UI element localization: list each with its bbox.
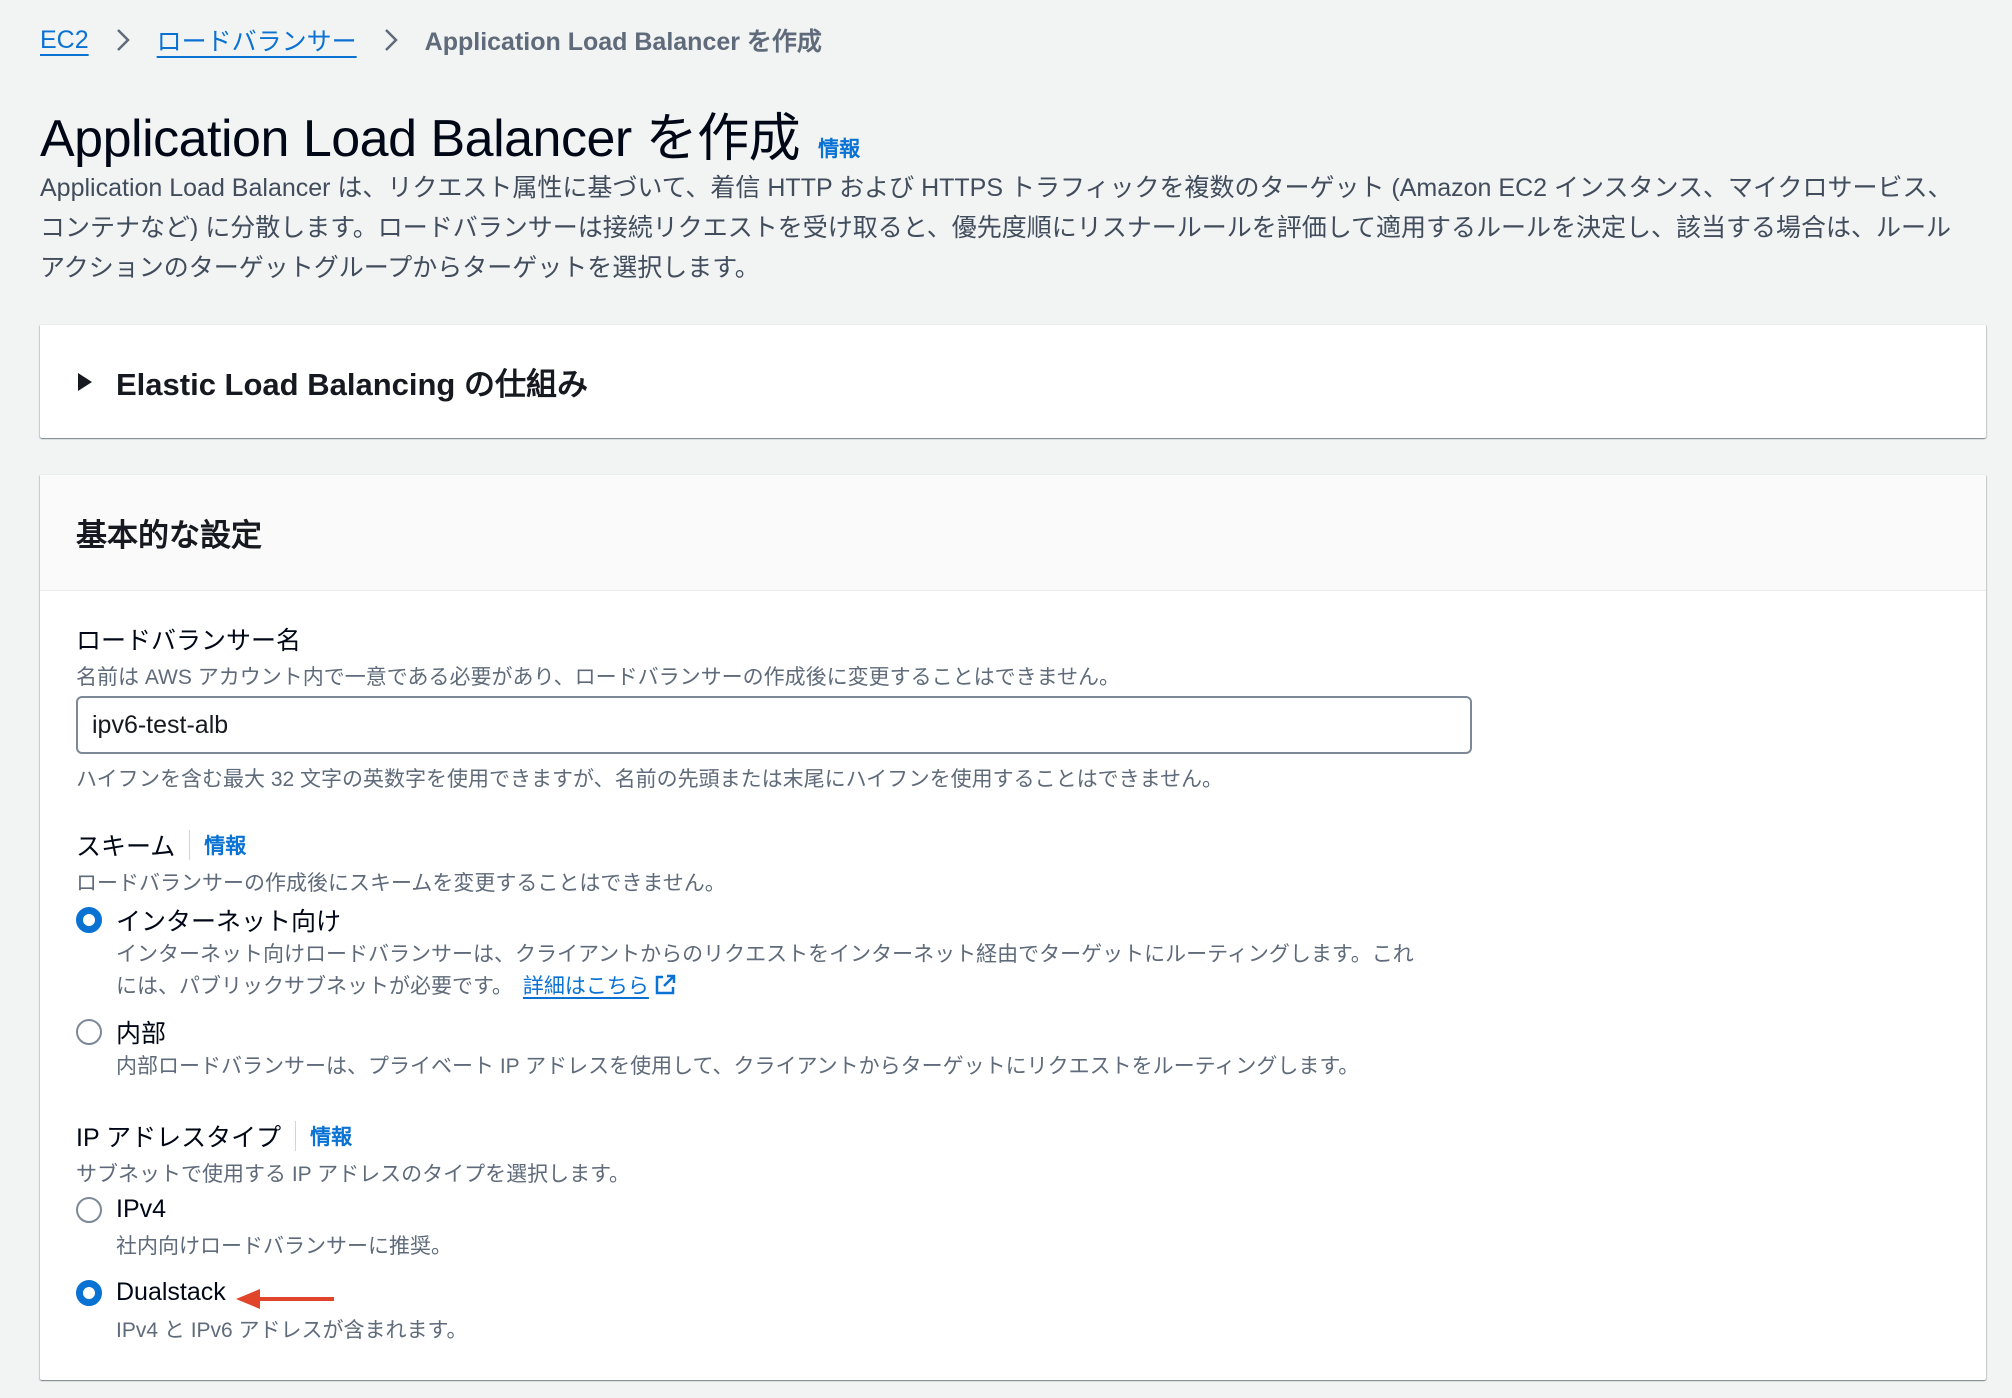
ip-type-label-text: IP アドレスタイプ [76,1124,282,1152]
ip-type-dualstack-description: IPv4 と IPv6 アドレスが含まれます。 [116,1319,468,1342]
basic-settings-header: 基本的な設定 [40,475,1986,591]
chevron-right-icon [101,25,145,55]
scheme-internet-facing-label: インターネット向け [116,908,342,936]
lb-name-constraint: ハイフンを含む最大 32 文字の英数字を使用できますが、名前の先頭または末尾にハ… [76,768,1223,791]
label-divider [189,830,191,860]
learn-more-link[interactable]: 詳細はこちら [523,975,649,998]
page-description: Application Load Balancer は、リクエスト属性に基づいて… [40,174,1953,282]
lb-name-label-text: ロードバランサー名 [76,627,302,655]
ip-type-label: IP アドレスタイプ 情報 [76,1118,352,1154]
breadcrumb-load-balancers-link[interactable]: ロードバランサー [157,22,357,58]
ip-type-info-link[interactable]: 情報 [310,1121,352,1151]
lb-name-input[interactable] [76,696,1472,754]
chevron-right-icon [369,25,413,55]
lb-name-label: ロードバランサー名 [76,621,301,657]
breadcrumb-ec2-link[interactable]: EC2 [40,26,89,55]
page-header: Application Load Balancer を作成 情報 [40,96,860,171]
internet-facing-desc-line2-row: には、パブリックサブネットが必要です。 詳細はこちら [116,971,1414,1003]
internet-facing-desc-line2: には、パブリックサブネットが必要です。 [116,975,513,998]
radio-checked-icon [76,1279,102,1306]
ip-type-description: サブネットで使用する IP アドレスのタイプを選択します。 [76,1163,631,1186]
internet-facing-desc-line1: インターネット向けロードバランサーは、クライアントからのリクエストをインターネッ… [116,943,1414,966]
basic-settings-panel: 基本的な設定 ロードバランサー名 名前は AWS アカウント内で一意である必要が… [40,474,1986,1380]
lb-name-description: 名前は AWS アカウント内で一意である必要があり、ロードバランサーの作成後に変… [76,666,1121,689]
scheme-internet-facing-radio[interactable]: インターネット向け [76,902,341,938]
basic-settings-title: 基本的な設定 [76,518,262,553]
radio-unchecked-icon [76,1196,102,1223]
radio-unchecked-icon [76,1019,102,1045]
ip-type-ipv4-radio[interactable]: IPv4 [76,1195,166,1224]
scheme-label-text: スキーム [76,833,176,861]
radio-checked-icon [76,907,102,933]
ip-type-ipv4-label: IPv4 [116,1195,167,1223]
page: EC2 ロードバランサー Application Load Balancer を… [0,0,2012,1398]
scheme-description: ロードバランサーの作成後にスキームを変更することはできません。 [76,872,726,895]
external-link-icon[interactable] [653,973,677,997]
scheme-internet-facing-description: インターネット向けロードバランサーは、クライアントからのリクエストをインターネッ… [116,939,1414,1003]
breadcrumb: EC2 ロードバランサー Application Load Balancer を… [40,22,822,58]
ip-type-ipv4-description: 社内向けロードバランサーに推奨。 [116,1235,452,1258]
scheme-info-link[interactable]: 情報 [204,830,246,860]
caret-right-icon [76,371,98,393]
ip-type-dualstack-label: Dualstack [116,1278,226,1306]
how-elb-works-expander[interactable]: Elastic Load Balancing の仕組み [40,324,1986,438]
scheme-internal-label: 内部 [116,1020,167,1048]
scheme-label: スキーム 情報 [76,827,246,863]
ip-type-dualstack-radio[interactable]: Dualstack [76,1278,226,1307]
scheme-internal-radio[interactable]: 内部 [76,1014,166,1050]
title-info-link[interactable]: 情報 [818,133,860,163]
expander-title: Elastic Load Balancing の仕組み [116,367,588,402]
breadcrumb-current: Application Load Balancer を作成 [424,28,822,56]
scheme-internal-description: 内部ロードバランサーは、プライベート IP アドレスを使用して、クライアントから… [116,1055,1360,1078]
page-title: Application Load Balancer を作成 [40,110,801,168]
label-divider [295,1121,297,1151]
annotation-arrow-icon [236,1289,334,1309]
